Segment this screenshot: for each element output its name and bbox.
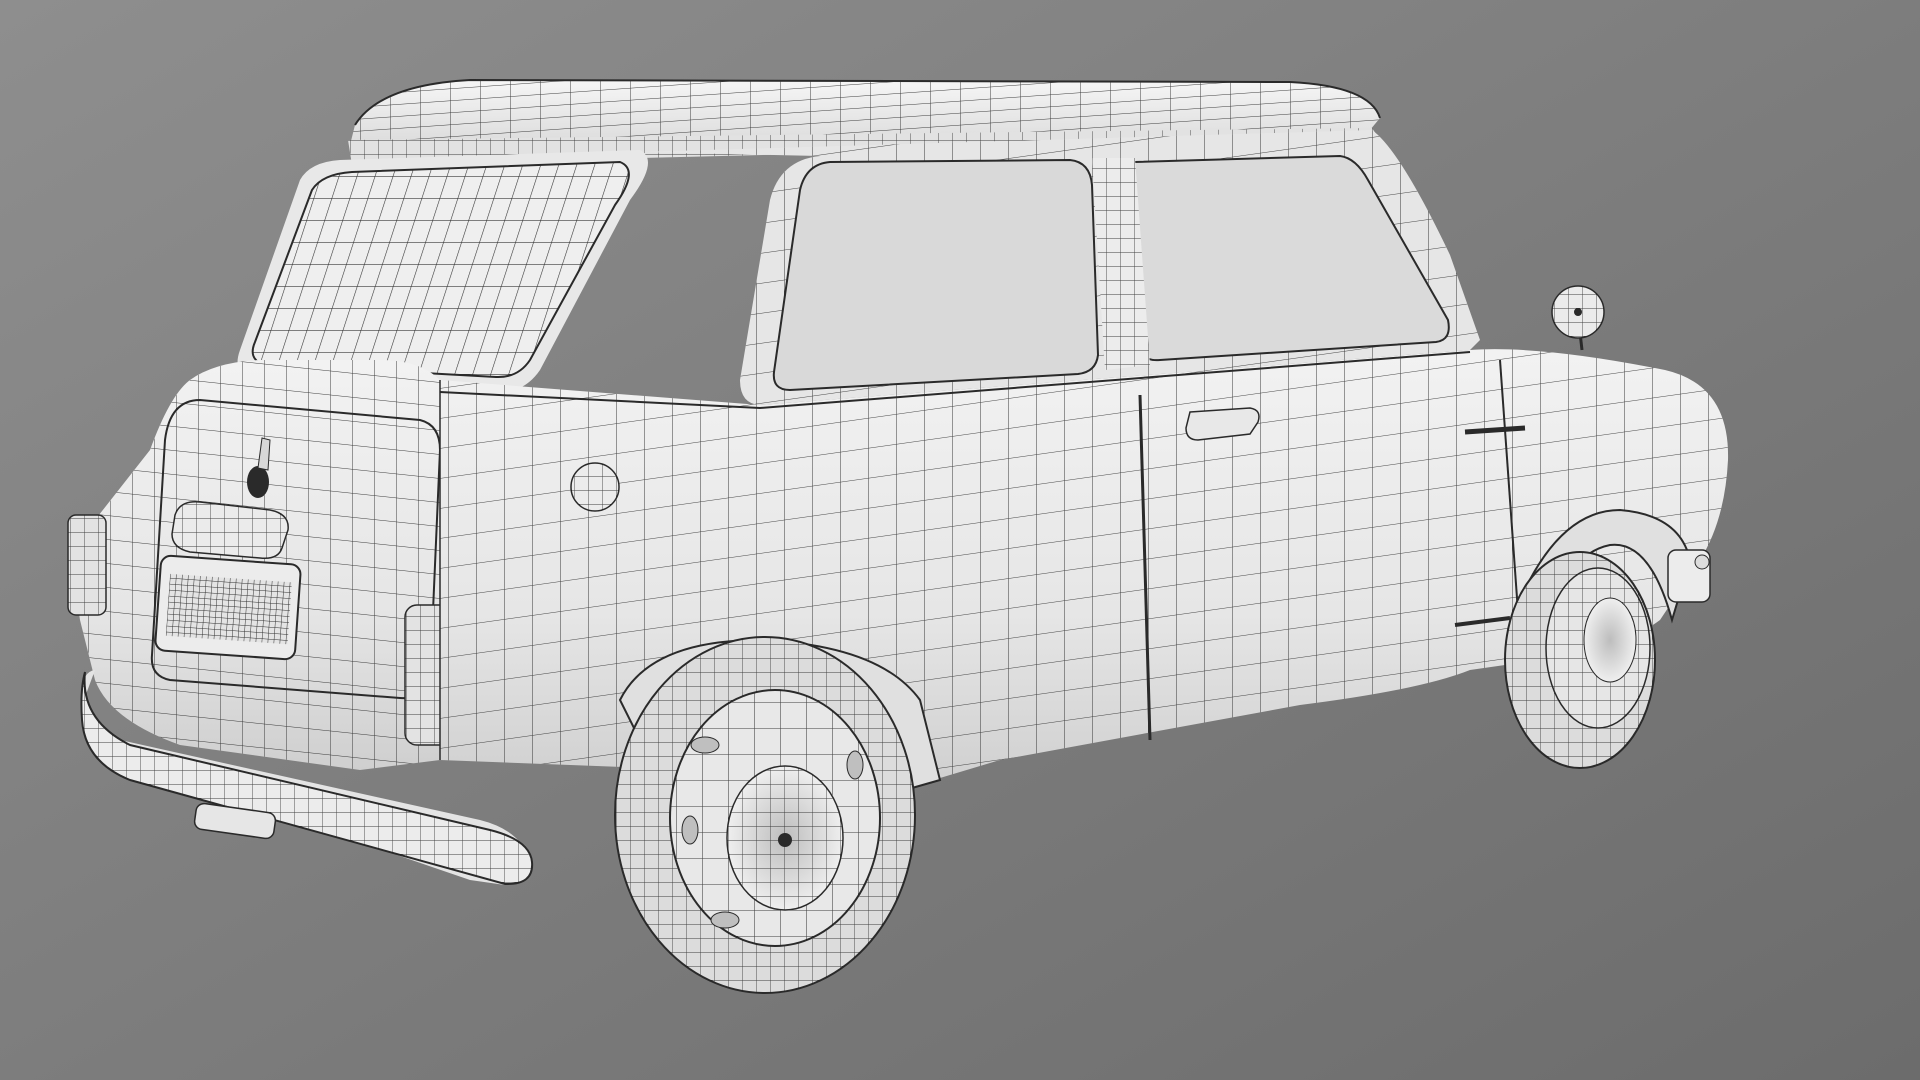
scene-canvas[interactable] bbox=[0, 0, 1920, 1080]
front-hubcap bbox=[1583, 597, 1637, 683]
rear-side-window bbox=[772, 158, 1100, 392]
rear-wheel[interactable] bbox=[614, 636, 916, 994]
3d-viewport[interactable] bbox=[0, 0, 1920, 1080]
rear-badge bbox=[247, 466, 269, 498]
front-bumper-tip bbox=[1667, 549, 1711, 603]
front-wheel[interactable] bbox=[1504, 551, 1656, 769]
